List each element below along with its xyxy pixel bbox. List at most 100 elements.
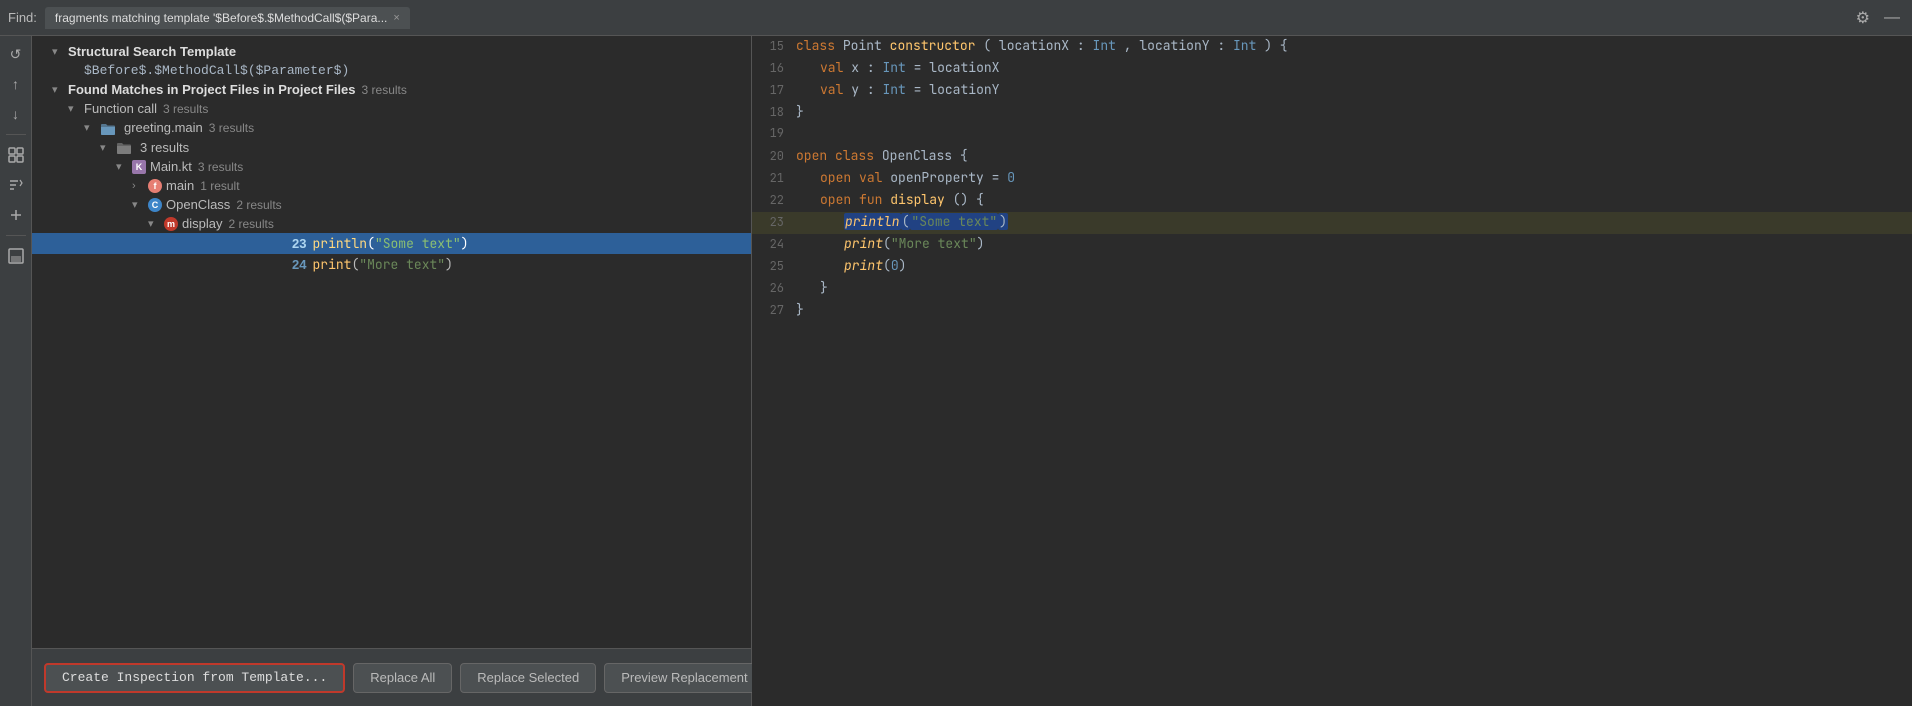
code-line-21: 21 open val openProperty = 0 (752, 168, 1912, 190)
left-panel: ▾ Structural Search Template $Before$.$M… (32, 36, 752, 706)
code-line-22: 22 open fun display () { (752, 190, 1912, 212)
display-label: display (182, 216, 222, 231)
bottom-bar: Create Inspection from Template... Repla… (32, 648, 751, 706)
gutter-22: 22 (760, 191, 796, 210)
chevron-down-icon-4: ▾ (84, 121, 96, 134)
line24-number: 24 (292, 257, 306, 272)
find-label: Find: (8, 10, 37, 25)
folder-icon (100, 120, 116, 136)
gutter-27: 27 (760, 301, 796, 320)
sub-results-item[interactable]: ▾ 3 results (32, 138, 751, 158)
settings-icon[interactable]: ⚙ (1852, 6, 1874, 30)
chevron-down-icon: ▾ (52, 45, 64, 58)
find-bar: Find: fragments matching template '$Befo… (0, 0, 1912, 36)
find-tab[interactable]: fragments matching template '$Before$.$M… (45, 7, 410, 29)
code-content-22: open fun display () { (796, 190, 1904, 211)
code-line-24: 24 print("More text") (752, 234, 1912, 256)
paren-close: ) (461, 235, 469, 252)
function-call-item[interactable]: ▾ Function call 3 results (32, 99, 751, 118)
display-count: 2 results (228, 217, 273, 231)
paren-open: ( (367, 235, 375, 252)
code-line-25: 25 print(0) (752, 256, 1912, 278)
code-line-26: 26 } (752, 278, 1912, 300)
main-fn-item[interactable]: › f main 1 result (32, 176, 751, 195)
constructor-fn: constructor (890, 37, 976, 54)
preview-replacement-button[interactable]: Preview Replacement (604, 663, 764, 693)
main-fn-label: main (166, 178, 194, 193)
main-area: ↺ ↑ ↓ (0, 36, 1912, 706)
gutter-17: 17 (760, 81, 796, 100)
line23-number: 23 (292, 236, 306, 251)
some-text-str: "Some text" (375, 235, 461, 252)
main-kt-label: Main.kt (150, 159, 192, 174)
code-content-18: } (796, 102, 1904, 123)
code-content-21: open val openProperty = 0 (796, 168, 1904, 189)
code-content-16: val x : Int = locationX (796, 58, 1904, 79)
main-kt-item[interactable]: ▾ K Main.kt 3 results (32, 157, 751, 176)
println-fn: println (312, 235, 367, 252)
line23-code: println("Some text") (312, 235, 468, 252)
up-icon[interactable]: ↑ (4, 72, 28, 96)
greeting-main-count: 3 results (209, 121, 254, 135)
more-text-str: "More text" (359, 256, 445, 273)
minimize-icon[interactable]: — (1880, 6, 1904, 30)
main-fn-count: 1 result (200, 179, 239, 193)
down-icon[interactable]: ↓ (4, 102, 28, 126)
chevron-down-icon-2: ▾ (52, 83, 64, 96)
toolbar-separator-1 (6, 134, 26, 135)
code-line-23: 23 println("Some text") (752, 212, 1912, 234)
line23-item[interactable]: 23 println("Some text") (32, 233, 751, 254)
create-inspection-button[interactable]: Create Inspection from Template... (44, 663, 345, 693)
refresh-icon[interactable]: ↺ (4, 42, 28, 66)
open-class-count: 2 results (236, 198, 281, 212)
results-tree: ▾ Structural Search Template $Before$.$M… (32, 36, 751, 648)
found-matches-item[interactable]: ▾ Found Matches in Project Files in Proj… (32, 80, 751, 99)
line24-item[interactable]: 24 print("More text") (32, 254, 751, 275)
code-content-25: print(0) (796, 256, 1904, 277)
code-editor: 15 class Point constructor ( locationX :… (752, 36, 1912, 706)
print-fn: print (312, 256, 351, 273)
gutter-18: 18 (760, 103, 796, 122)
chevron-down-icon-7: ▾ (132, 198, 144, 211)
group-icon[interactable] (4, 143, 28, 167)
toolbar-separator-2 (6, 235, 26, 236)
found-matches-count: 3 results (362, 83, 407, 97)
find-bar-actions: ⚙ — (1852, 6, 1904, 30)
replace-all-button[interactable]: Replace All (353, 663, 452, 693)
preview-icon[interactable] (4, 244, 28, 268)
template-pattern-item[interactable]: $Before$.$MethodCall$($Parameter$) (32, 61, 751, 80)
chevron-down-icon-3: ▾ (68, 102, 80, 115)
code-line-17: 17 val y : Int = locationY (752, 80, 1912, 102)
function-call-count: 3 results (163, 102, 208, 116)
code-content-20: open class OpenClass { (796, 146, 1904, 167)
gutter-21: 21 (760, 169, 796, 188)
chevron-down-icon-6: ▾ (116, 160, 128, 173)
left-toolbar: ↺ ↑ ↓ (0, 36, 32, 706)
gutter-16: 16 (760, 59, 796, 78)
code-content-26: } (796, 278, 1904, 299)
chevron-down-icon-5: ▾ (100, 141, 112, 154)
code-content-15: class Point constructor ( locationX : In… (796, 36, 1904, 57)
subfolder-icon (116, 140, 132, 156)
chevron-right-icon: › (132, 180, 144, 192)
close-tab-icon[interactable]: × (393, 12, 399, 24)
gutter-23: 23 (760, 213, 796, 232)
code-content-23: println("Some text") (796, 212, 1904, 233)
function-call-label: Function call (84, 101, 157, 116)
chevron-down-icon-8: ▾ (148, 217, 160, 230)
sort-icon[interactable] (4, 173, 28, 197)
class-icon: C (148, 198, 162, 212)
open-class-item[interactable]: ▾ C OpenClass 2 results (32, 195, 751, 214)
kotlin-file-icon: K (132, 160, 146, 174)
code-content-24: print("More text") (796, 234, 1904, 255)
greeting-main-item[interactable]: ▾ greeting.main 3 results (32, 118, 751, 138)
paren-close2: ) (445, 256, 453, 273)
open-class-label: OpenClass (166, 197, 230, 212)
line24-code: print("More text") (312, 256, 452, 273)
expand-icon[interactable] (4, 203, 28, 227)
replace-selected-button[interactable]: Replace Selected (460, 663, 596, 693)
structural-search-template-item[interactable]: ▾ Structural Search Template (32, 42, 751, 61)
display-item[interactable]: ▾ m display 2 results (32, 214, 751, 233)
code-content-17: val y : Int = locationY (796, 80, 1904, 101)
gutter-20: 20 (760, 147, 796, 166)
